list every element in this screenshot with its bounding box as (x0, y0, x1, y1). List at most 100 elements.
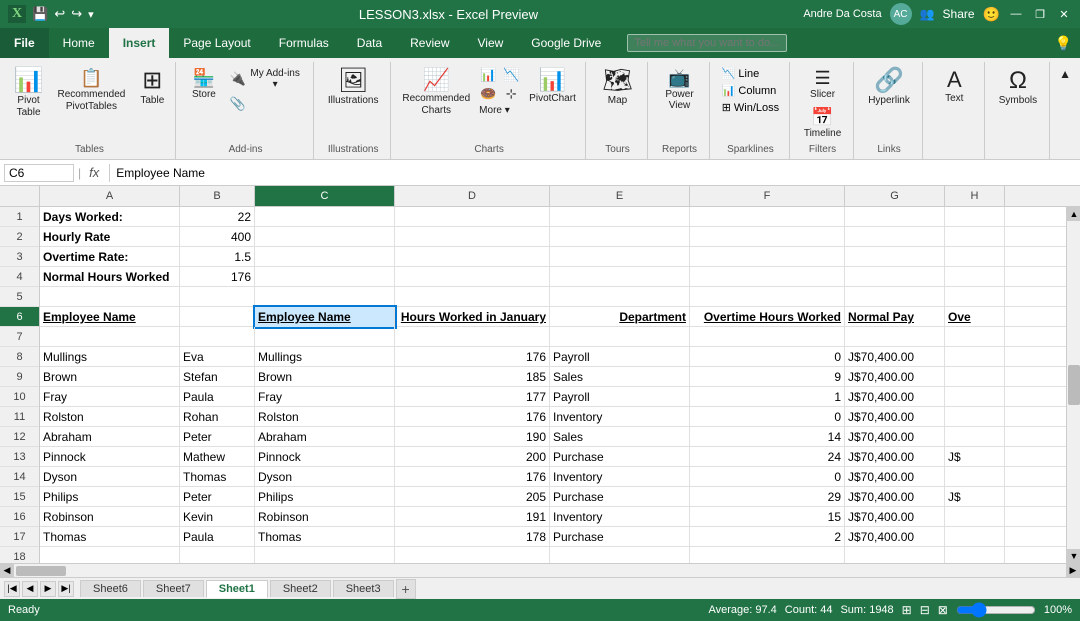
cell-3-E[interactable] (550, 247, 690, 267)
map-btn[interactable]: 🗺 Map (597, 66, 637, 109)
cell-17-H[interactable] (945, 527, 1005, 547)
cell-4-B[interactable]: 176 (180, 267, 255, 287)
cell-17-F[interactable]: 2 (690, 527, 845, 547)
scatter-chart-btn[interactable]: ⊹ (500, 85, 522, 103)
share-label[interactable]: Share (943, 7, 975, 21)
cell-14-C[interactable]: Dyson (255, 467, 395, 487)
cell-11-H[interactable] (945, 407, 1005, 427)
cell-7-B[interactable] (180, 327, 255, 347)
share-icon[interactable]: 👥 (920, 7, 935, 21)
cell-13-B[interactable]: Mathew (180, 447, 255, 467)
cell-10-D[interactable]: 177 (395, 387, 550, 407)
tab-page-layout[interactable]: Page Layout (169, 28, 264, 58)
cell-8-D[interactable]: 176 (395, 347, 550, 367)
cell-5-D[interactable] (395, 287, 550, 307)
cell-3-G[interactable] (845, 247, 945, 267)
cell-2-D[interactable] (395, 227, 550, 247)
tab-file[interactable]: File (0, 28, 49, 58)
cell-12-C[interactable]: Abraham (255, 427, 395, 447)
cell-3-A[interactable]: Overtime Rate: (40, 247, 180, 267)
cell-13-E[interactable]: Purchase (550, 447, 690, 467)
cell-5-A[interactable] (40, 287, 180, 307)
cell-10-A[interactable]: Fray (40, 387, 180, 407)
cell-13-G[interactable]: J$70,400.00 (845, 447, 945, 467)
cell-15-H[interactable]: J$ (945, 487, 1005, 507)
cell-16-B[interactable]: Kevin (180, 507, 255, 527)
tab-home[interactable]: Home (49, 28, 109, 58)
tab-insert[interactable]: Insert (109, 28, 170, 58)
col-header-d[interactable]: D (395, 186, 550, 206)
cell-17-B[interactable]: Paula (180, 527, 255, 547)
cell-1-A[interactable]: Days Worked: (40, 207, 180, 227)
cell-17-E[interactable]: Purchase (550, 527, 690, 547)
cell-8-F[interactable]: 0 (690, 347, 845, 367)
cell-15-B[interactable]: Peter (180, 487, 255, 507)
cell-16-C[interactable]: Robinson (255, 507, 395, 527)
cell-16-D[interactable]: 191 (395, 507, 550, 527)
pivot-chart-btn[interactable]: 📊 PivotChart (524, 66, 581, 107)
tell-me-input[interactable] (627, 34, 787, 52)
timeline-btn[interactable]: 📅 Timeline (799, 105, 846, 142)
tab-scroll-next-btn[interactable]: ▶ (40, 581, 56, 597)
cell-6-B[interactable] (180, 307, 255, 327)
cell-2-F[interactable] (690, 227, 845, 247)
tab-google-drive[interactable]: Google Drive (517, 28, 615, 58)
addins-extra-btn[interactable]: 📎 (226, 94, 305, 114)
cell-17-C[interactable]: Thomas (255, 527, 395, 547)
cell-6-D[interactable]: Hours Worked in January (395, 307, 550, 327)
more-charts-btn[interactable]: More ▾ (477, 104, 512, 117)
cell-1-B[interactable]: 22 (180, 207, 255, 227)
cell-6-A[interactable]: Employee Name (40, 307, 180, 327)
cell-11-B[interactable]: Rohan (180, 407, 255, 427)
cell-10-F[interactable]: 1 (690, 387, 845, 407)
cell-5-E[interactable] (550, 287, 690, 307)
cell-14-D[interactable]: 176 (395, 467, 550, 487)
cell-9-C[interactable]: Brown (255, 367, 395, 387)
recommended-charts-btn[interactable]: 📈 RecommendedCharts (397, 66, 475, 120)
pie-chart-btn[interactable]: 🍩 (477, 85, 499, 103)
cell-17-A[interactable]: Thomas (40, 527, 180, 547)
cell-5-G[interactable] (845, 287, 945, 307)
scroll-thumb-h[interactable] (16, 566, 66, 576)
cell-11-A[interactable]: Rolston (40, 407, 180, 427)
restore-btn[interactable]: ❐ (1032, 6, 1048, 22)
symbols-btn[interactable]: Ω Symbols (994, 66, 1042, 109)
cell-14-H[interactable] (945, 467, 1005, 487)
sheet-tab-sheet6[interactable]: Sheet6 (80, 580, 141, 597)
cell-4-G[interactable] (845, 267, 945, 287)
cell-17-D[interactable]: 178 (395, 527, 550, 547)
tab-data[interactable]: Data (343, 28, 396, 58)
cell-5-C[interactable] (255, 287, 395, 307)
cell-11-C[interactable]: Rolston (255, 407, 395, 427)
cell-18-E[interactable] (550, 547, 690, 563)
scroll-up-btn[interactable]: ▲ (1067, 207, 1080, 221)
cell-3-H[interactable] (945, 247, 1005, 267)
cell-12-B[interactable]: Peter (180, 427, 255, 447)
cell-7-H[interactable] (945, 327, 1005, 347)
cell-10-H[interactable] (945, 387, 1005, 407)
cell-2-H[interactable] (945, 227, 1005, 247)
power-view-btn[interactable]: 📺 PowerView (660, 66, 698, 114)
cell-14-A[interactable]: Dyson (40, 467, 180, 487)
cell-12-H[interactable] (945, 427, 1005, 447)
cell-8-C[interactable]: Mullings (255, 347, 395, 367)
bar-chart-btn[interactable]: 📊 (477, 66, 499, 84)
cell-11-D[interactable]: 176 (395, 407, 550, 427)
cell-12-F[interactable]: 14 (690, 427, 845, 447)
cell-9-G[interactable]: J$70,400.00 (845, 367, 945, 387)
cell-14-G[interactable]: J$70,400.00 (845, 467, 945, 487)
cell-1-H[interactable] (945, 207, 1005, 227)
cell-8-A[interactable]: Mullings (40, 347, 180, 367)
text-btn[interactable]: A Text (936, 66, 972, 107)
cell-10-B[interactable]: Paula (180, 387, 255, 407)
cell-1-F[interactable] (690, 207, 845, 227)
cell-10-E[interactable]: Payroll (550, 387, 690, 407)
cell-reference-input[interactable] (4, 164, 74, 182)
cell-9-A[interactable]: Brown (40, 367, 180, 387)
cell-4-C[interactable] (255, 267, 395, 287)
cell-13-D[interactable]: 200 (395, 447, 550, 467)
cell-1-G[interactable] (845, 207, 945, 227)
col-header-e[interactable]: E (550, 186, 690, 206)
tab-review[interactable]: Review (396, 28, 463, 58)
quick-access-save[interactable]: 💾 (32, 6, 48, 22)
